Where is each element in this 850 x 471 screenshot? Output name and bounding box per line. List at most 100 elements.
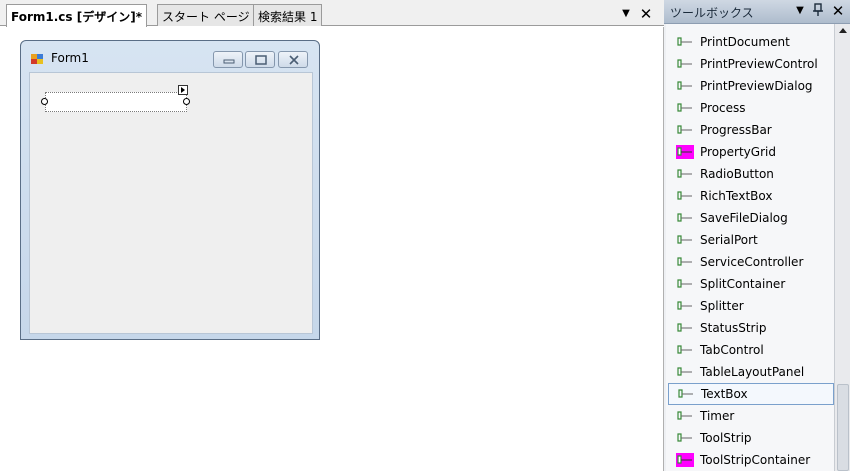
tab-dropdown-button[interactable]: ▼ — [618, 6, 634, 22]
maximize-icon — [255, 55, 267, 65]
toolbox-item-label: PropertyGrid — [700, 145, 776, 159]
toolbox-item-label: PrintDocument — [700, 35, 790, 49]
component-icon — [677, 81, 692, 90]
toolbox-item-label: Splitter — [700, 299, 744, 313]
toolbox-item[interactable]: StatusStrip — [668, 317, 834, 339]
component-icon — [677, 103, 692, 112]
toolbox-item-label: Timer — [700, 409, 735, 423]
form-app-icon — [31, 54, 43, 64]
component-icon — [677, 345, 692, 354]
toolbox-item-label: ToolStrip — [700, 431, 752, 445]
toolbox-panel: ツールボックス ▼ ✕ PrintDocument PrintPreviewCon… — [664, 0, 850, 471]
toolbox-item[interactable]: Splitter — [668, 295, 834, 317]
toolbox-item-label: PrintPreviewControl — [700, 57, 818, 71]
document-area: Form1.cs [デザイン]* スタート ページ 検索結果 1 ▼ ✕ For… — [0, 0, 664, 471]
form1-window[interactable]: Form1 — [20, 40, 320, 340]
toolbox-item[interactable]: ServiceController — [668, 251, 834, 273]
toolbox-item[interactable]: ToolStrip — [668, 427, 834, 449]
tab-form1-design[interactable]: Form1.cs [デザイン]* — [6, 4, 147, 27]
component-icon — [677, 301, 692, 310]
toolbox-item[interactable]: PrintPreviewDialog — [668, 75, 834, 97]
toolbox-header: ツールボックス ▼ ✕ — [664, 0, 850, 24]
close-document-button[interactable]: ✕ — [638, 6, 654, 22]
toolbox-item[interactable]: SplitContainer — [668, 273, 834, 295]
toolbox-item-label: SerialPort — [700, 233, 758, 247]
component-icon — [677, 367, 692, 376]
toolbox-item[interactable]: PrintDocument — [668, 31, 834, 53]
resize-handle-right[interactable] — [183, 98, 190, 105]
scroll-thumb[interactable] — [837, 384, 849, 471]
maximize-button[interactable] — [245, 51, 275, 68]
tab-label: Form1.cs [デザイン]* — [11, 10, 142, 24]
pin-icon — [813, 3, 823, 16]
toolbox-item[interactable]: TabControl — [668, 339, 834, 361]
toolbox-scrollbar[interactable] — [834, 24, 850, 471]
component-icon — [677, 125, 692, 134]
tab-start-page[interactable]: スタート ページ — [157, 4, 255, 26]
component-icon — [677, 235, 692, 244]
toolbox-item[interactable]: SerialPort — [668, 229, 834, 251]
toolbox-item[interactable]: RadioButton — [668, 163, 834, 185]
chevron-up-icon — [839, 28, 847, 33]
chevron-down-icon: ▼ — [796, 5, 804, 16]
form1-client-area[interactable] — [29, 72, 313, 334]
toolbox-item-label: SplitContainer — [700, 277, 786, 291]
toolbox-item[interactable]: Process — [668, 97, 834, 119]
toolbox-item-label: TableLayoutPanel — [700, 365, 805, 379]
toolbox-item[interactable]: TableLayoutPanel — [668, 361, 834, 383]
toolbox-item-label: ToolStripContainer — [700, 453, 811, 467]
toolbox-item-label: StatusStrip — [700, 321, 767, 335]
scroll-up-button[interactable] — [838, 26, 848, 36]
toolbox-item[interactable]: SaveFileDialog — [668, 207, 834, 229]
component-icon — [678, 389, 693, 398]
component-icon — [677, 433, 692, 442]
toolbox-item-label: RichTextBox — [700, 189, 773, 203]
form-title: Form1 — [51, 51, 89, 65]
propertygrid-icon — [676, 145, 694, 159]
component-icon — [677, 279, 692, 288]
toolbox-item-label: TextBox — [701, 387, 748, 401]
component-icon — [677, 411, 692, 420]
component-icon — [677, 323, 692, 332]
toolbox-title: ツールボックス — [670, 6, 754, 20]
resize-handle-left[interactable] — [41, 98, 48, 105]
toolbox-item-label: SaveFileDialog — [700, 211, 788, 225]
component-icon — [677, 59, 692, 68]
toolbox-item-label: ProgressBar — [700, 123, 772, 137]
toolbox-item[interactable]: ToolStripContainer — [668, 449, 834, 471]
smart-tag-button[interactable] — [178, 85, 188, 95]
textbox-control[interactable] — [45, 92, 187, 112]
tab-label: 検索結果 1 — [258, 10, 318, 24]
toolbox-item[interactable]: PropertyGrid — [668, 141, 834, 163]
toolbox-close-button[interactable]: ✕ — [830, 3, 846, 19]
tab-label: スタート ページ — [162, 10, 250, 24]
toolbox-item[interactable]: PrintPreviewControl — [668, 53, 834, 75]
form-close-button[interactable] — [278, 51, 308, 68]
play-arrow-icon — [181, 87, 185, 93]
component-icon — [677, 37, 692, 46]
close-icon: ✕ — [639, 5, 653, 23]
tab-search-results[interactable]: 検索結果 1 — [253, 4, 323, 26]
toolbox-item-label: Process — [700, 101, 746, 115]
minimize-icon — [223, 59, 235, 64]
component-icon — [677, 169, 692, 178]
toolbox-item-label: PrintPreviewDialog — [700, 79, 813, 93]
document-tabstrip: Form1.cs [デザイン]* スタート ページ 検索結果 1 ▼ ✕ — [0, 0, 664, 27]
toolstripcontainer-icon — [676, 453, 694, 467]
component-icon — [677, 213, 692, 222]
component-icon — [677, 257, 692, 266]
toolbox-item-label: TabControl — [700, 343, 764, 357]
close-icon: ✕ — [831, 2, 845, 20]
toolbox-dropdown-button[interactable]: ▼ — [792, 3, 808, 19]
minimize-button[interactable] — [213, 51, 243, 68]
close-icon — [289, 55, 299, 65]
toolbox-item[interactable]: RichTextBox — [668, 185, 834, 207]
toolbox-pin-button[interactable] — [810, 3, 826, 19]
toolbox-item[interactable]: ProgressBar — [668, 119, 834, 141]
toolbox-item[interactable]: Timer — [668, 405, 834, 427]
toolbox-item-label: ServiceController — [700, 255, 804, 269]
component-icon — [677, 191, 692, 200]
toolbox-item[interactable]: TextBox — [668, 383, 834, 405]
toolbox-item-label: RadioButton — [700, 167, 774, 181]
toolbox-list: PrintDocument PrintPreviewControl PrintPre… — [666, 24, 834, 471]
